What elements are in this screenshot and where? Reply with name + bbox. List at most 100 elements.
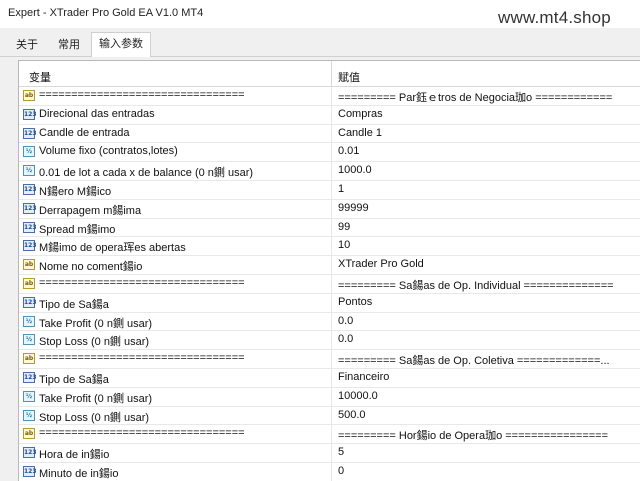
variable-name: Stop Loss (0 n鍘 usar)	[39, 411, 150, 424]
cell-divider	[331, 180, 332, 199]
cell-divider	[331, 237, 332, 256]
table-row[interactable]: ½ Take Profit (0 n鍘 usar) 10000.0	[19, 387, 640, 407]
tab-inputs[interactable]: 输入参数	[91, 32, 151, 57]
table-row[interactable]: ½ Volume fixo (contratos,lotes) 0.01	[19, 143, 640, 163]
string-type-icon: ab	[23, 428, 35, 440]
double-type-icon: ½	[23, 409, 35, 421]
table-row[interactable]: ab ================================ ======…	[19, 87, 640, 106]
cell-divider	[331, 406, 332, 425]
variable-value[interactable]: ========= Hor鍚io de Opera珈o ============…	[338, 427, 638, 443]
variable-name: Volume fixo (contratos,lotes)	[39, 145, 178, 158]
table-row[interactable]: 123 M鍚imo de opera珲es abertas 10	[19, 237, 640, 257]
cell-divider	[331, 124, 332, 143]
table-row[interactable]: 123 Candle de entrada Candle 1	[19, 124, 640, 144]
cell-divider	[331, 331, 332, 350]
variable-value[interactable]: 5	[338, 446, 638, 458]
table-row[interactable]: ab ================================ ======…	[19, 425, 640, 445]
table-row[interactable]: 123 Derrapagem m鍚ima 99999	[19, 199, 640, 219]
string-type-icon: ab	[23, 353, 35, 365]
integer-type-icon: 123	[23, 296, 37, 308]
variable-name: Direcional das entradas	[39, 107, 155, 120]
table-row[interactable]: 123 Tipo de Sa鍚a Financeiro	[19, 368, 640, 388]
table-row[interactable]: ab ================================ ======…	[19, 350, 640, 369]
variable-value[interactable]: 10000.0	[338, 390, 638, 402]
table-row[interactable]: ½ Take Profit (0 n鍘 usar) 0.0	[19, 312, 640, 332]
integer-type-icon: 123	[23, 371, 37, 383]
tab-about[interactable]: 关于	[10, 36, 44, 52]
cell-divider	[331, 105, 332, 124]
cell-divider	[331, 274, 332, 293]
variable-value[interactable]: XTrader Pro Gold	[338, 258, 638, 270]
table-row[interactable]: 123 Minuto de in鍚io 0	[19, 462, 640, 481]
table-row[interactable]: 123 Tipo de Sa鍚a Pontos	[19, 293, 640, 313]
cell-divider	[331, 162, 332, 181]
variable-name: N鍚ero M鍚ico	[39, 185, 112, 198]
variable-value[interactable]: 10	[338, 239, 638, 251]
cell-divider	[331, 143, 332, 162]
table-header: 变量 赋值	[19, 61, 640, 87]
variable-value[interactable]: Pontos	[338, 296, 638, 308]
variable-name: Nome no coment鍚io	[39, 261, 143, 274]
cell-divider	[331, 312, 332, 331]
integer-type-icon: 123	[23, 108, 37, 120]
variable-name: Take Profit (0 n鍘 usar)	[39, 392, 153, 405]
variable-value[interactable]: Compras	[338, 108, 638, 120]
variable-name: Spread m鍚imo	[39, 223, 116, 236]
integer-type-icon: 123	[23, 183, 37, 195]
variable-name: Take Profit (0 n鍘 usar)	[39, 317, 153, 330]
column-header-value[interactable]: 赋值	[338, 69, 360, 85]
variable-value[interactable]: ========= Sa鍚as de Op. Coletiva ========…	[338, 352, 638, 368]
window-title: Expert - XTrader Pro Gold EA V1.0 MT4	[8, 7, 204, 19]
table-row[interactable]: ab Nome no coment鍚io XTrader Pro Gold	[19, 256, 640, 275]
cell-divider	[331, 425, 332, 444]
variable-name: Stop Loss (0 n鍘 usar)	[39, 336, 150, 349]
inputs-table: 变量 赋值 ab ================================…	[18, 60, 640, 481]
tab-common[interactable]: 常用	[52, 36, 86, 52]
table-row[interactable]: ½ 0.01 de lot a cada x de balance (0 n鍘 u…	[19, 162, 640, 181]
variable-value[interactable]: 99	[338, 221, 638, 233]
variable-value[interactable]: 1000.0	[338, 164, 638, 176]
integer-type-icon: 123	[23, 240, 37, 252]
variable-value[interactable]: 0.01	[338, 145, 638, 157]
table-row[interactable]: 123 Direcional das entradas Compras	[19, 105, 640, 125]
table-row[interactable]: 123 Hora de in鍚io 5	[19, 444, 640, 463]
variable-value[interactable]: 99999	[338, 202, 638, 214]
variable-value[interactable]: 0.0	[338, 333, 638, 345]
variable-value[interactable]: 0	[338, 465, 638, 477]
variable-name: Minuto de in鍚io	[39, 467, 119, 480]
tab-bar: 关于 常用 输入参数	[0, 28, 640, 57]
variable-name: Candle de entrada	[39, 126, 130, 139]
cell-divider	[331, 368, 332, 387]
variable-value[interactable]: 0.0	[338, 315, 638, 327]
variable-value[interactable]: 1	[338, 183, 638, 195]
variable-value[interactable]: 500.0	[338, 409, 638, 421]
string-type-icon: ab	[23, 90, 35, 101]
integer-type-icon: 123	[23, 202, 37, 214]
table-row[interactable]: 123 N鍚ero M鍚ico 1	[19, 180, 640, 200]
double-type-icon: ½	[23, 315, 35, 327]
cell-divider	[331, 218, 332, 237]
column-divider[interactable]	[331, 61, 332, 86]
table-row[interactable]: ½ Stop Loss (0 n鍘 usar) 500.0	[19, 406, 640, 426]
column-header-variable[interactable]: 变量	[29, 69, 51, 85]
table-row[interactable]: ½ Stop Loss (0 n鍘 usar) 0.0	[19, 331, 640, 351]
double-type-icon: ½	[23, 165, 35, 177]
string-type-icon: ab	[23, 277, 35, 289]
double-type-icon: ½	[23, 390, 35, 402]
cell-divider	[331, 462, 332, 481]
variable-value[interactable]: Candle 1	[338, 127, 638, 139]
table-row[interactable]: 123 Spread m鍚imo 99	[19, 218, 640, 238]
cell-divider	[331, 256, 332, 275]
table-row[interactable]: ab ================================ ======…	[19, 274, 640, 294]
variable-name: Hora de in鍚io	[39, 449, 110, 462]
variable-value[interactable]: ========= Sa鍚as de Op. Individual ======…	[338, 277, 638, 293]
cell-divider	[331, 444, 332, 463]
string-type-icon: ab	[23, 259, 35, 271]
double-type-icon: ½	[23, 334, 35, 346]
variable-name: ================================	[39, 352, 245, 365]
variable-value[interactable]: ========= Par鈺ｅtros de Negocia珈o =======…	[338, 89, 638, 105]
variable-value[interactable]: Financeiro	[338, 371, 638, 383]
title-bar: Expert - XTrader Pro Gold EA V1.0 MT4 ww…	[0, 0, 640, 28]
variable-name: ================================	[39, 89, 245, 101]
watermark-text: www.mt4.shop	[498, 8, 611, 27]
